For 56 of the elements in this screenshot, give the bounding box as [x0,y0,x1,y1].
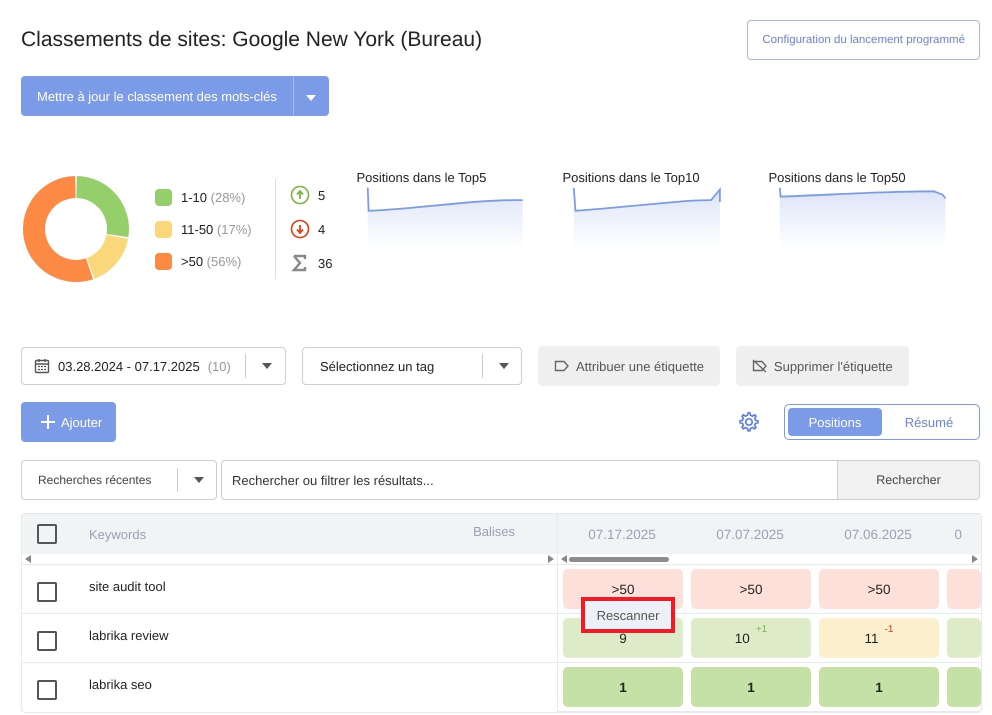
movement-count: 4 [318,222,326,236]
column-header: Balises [473,524,515,539]
checkbox[interactable] [37,524,57,544]
checkbox[interactable] [37,631,57,651]
legend-label: 11-50 (17%) [181,222,252,236]
settings-icon[interactable] [738,411,760,433]
caret-icon [194,477,204,483]
legend-label: >50 (56%) [181,254,242,268]
date-header: 07.17.2025 [587,526,657,542]
movement-count: 5 [318,188,326,202]
date-header: 07.07.2025 [715,526,785,542]
sparkline-title: Positions dans le Top5 [356,170,488,185]
checkbox[interactable] [37,680,57,700]
legend-label: 1-10 (28%) [181,190,246,204]
tag-icon [554,359,570,373]
position-cell: >50 [819,569,939,609]
position-cell: 1 [819,667,939,707]
column-header: Keywords [89,526,146,542]
caret-icon [499,363,509,369]
tooltip: Rescanner [581,597,675,633]
assign-tag-button[interactable]: Attribuer une étiquette [538,346,720,386]
caret-icon [262,363,272,369]
dropdown-button[interactable] [292,76,329,116]
position-cell: 11 $^{-1}$ [819,618,939,658]
movement-count: 36 [318,256,332,270]
date-header: 07.06.2025 [843,526,913,542]
scrollbar-thumb[interactable] [569,556,669,562]
keyword-cell: site audit tool [89,579,166,594]
position-cell: 1 [563,667,683,707]
arrow-up-icon [290,185,310,205]
position-cell: 10 $^{+1}$ [691,618,811,658]
recent-searches-select[interactable]: Recherches récentes [21,460,217,500]
sparkline-title: Positions dans le Top10 [562,170,701,185]
keyword-cell: labrika seo [89,677,152,692]
caret-icon [306,94,316,100]
arrow-down-icon [290,219,310,239]
position-cell: >50 [691,569,811,609]
tag-off-icon [752,359,768,373]
scroll-left-icon[interactable] [561,555,567,563]
plus-icon [41,415,55,429]
date-header: 0 [953,526,962,542]
scroll-left-icon[interactable] [25,555,31,563]
scroll-right-icon[interactable] [548,555,554,563]
checkbox[interactable] [37,582,57,602]
search-button[interactable]: Rechercher [838,460,980,500]
scroll-right-icon[interactable] [972,555,978,563]
schedule-button[interactable]: Configuration du lancement programmé [747,20,980,60]
search-field[interactable]: Rechercher ou filtrer les résultats... [221,460,838,500]
keyword-cell: labrika review [89,628,168,643]
position-cell: 1 [691,667,811,707]
tag-select[interactable]: Sélectionnez un tag [302,347,522,385]
remove-tag-button[interactable]: Supprimer l'étiquette [736,346,909,386]
calendar-icon [34,358,50,374]
sparkline-title: Positions dans le Top50 [768,170,907,185]
date-range-select[interactable]: 03.28.2024 - 07.17.2025 (10) [21,347,286,385]
page-title: Classements de sites: Google New York (Bureau) [21,28,482,52]
